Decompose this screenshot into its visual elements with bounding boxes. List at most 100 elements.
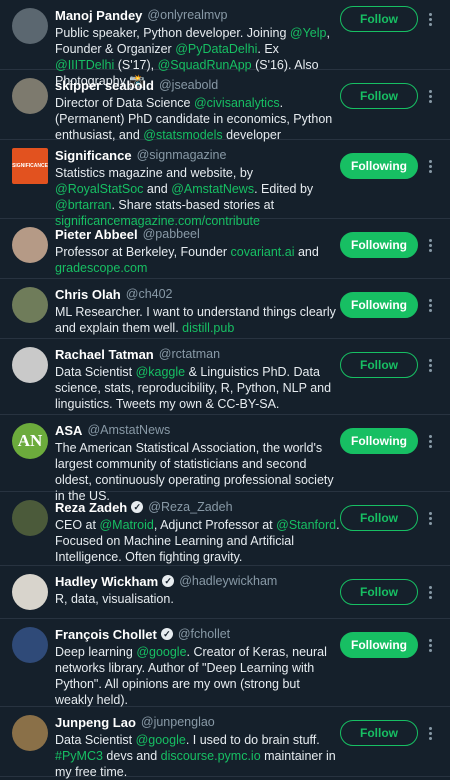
bio-text: and <box>294 245 319 259</box>
following-button[interactable]: Following <box>340 428 418 454</box>
follow-button[interactable]: Follow <box>340 6 418 32</box>
user-name[interactable]: Rachael Tatman <box>55 347 154 362</box>
more-options-icon[interactable] <box>428 586 432 599</box>
user-handle[interactable]: @AmstatNews <box>87 423 170 437</box>
bio-link[interactable]: @brtarran <box>55 198 111 212</box>
bio-link[interactable]: @Stanford <box>276 518 336 532</box>
user-card[interactable]: AN ASA @AmstatNews The American Statistical… <box>0 415 450 503</box>
user-bio: Deep learning @google. Creator of Keras,… <box>55 644 340 708</box>
avatar[interactable] <box>12 287 48 323</box>
bio-text: Professor at Berkeley, Founder <box>55 245 231 259</box>
more-options-icon[interactable] <box>428 13 432 26</box>
user-handle[interactable]: @onlyrealmvp <box>147 8 227 22</box>
user-name[interactable]: Hadley Wickham <box>55 574 158 589</box>
user-card[interactable]: SIGNIFICANCE Significance @signmagazine Sta… <box>0 140 450 228</box>
follow-button[interactable]: Follow <box>340 720 418 746</box>
user-bio: Data Scientist @kaggle & Linguistics PhD… <box>55 364 340 412</box>
avatar[interactable] <box>12 227 48 263</box>
bio-link[interactable]: @Matroid <box>99 518 153 532</box>
bio-link[interactable]: @civisanalytics <box>194 96 280 110</box>
user-card[interactable]: Hadley Wickham ✓ @hadleywickham R, data, vi… <box>0 566 450 619</box>
bio-link[interactable]: #PyMC3 <box>55 749 103 763</box>
more-options-icon[interactable] <box>428 512 432 525</box>
bio-link[interactable]: covariant.ai <box>231 245 295 259</box>
avatar[interactable] <box>12 78 48 114</box>
follow-button[interactable]: Follow <box>340 579 418 605</box>
user-bio: Data Scientist @google. I used to do bra… <box>55 732 340 780</box>
user-card[interactable]: François Chollet ✓ @fchollet Deep learning … <box>0 619 450 707</box>
user-name[interactable]: Manoj Pandey <box>55 8 142 23</box>
following-button[interactable]: Following <box>340 632 418 658</box>
following-button[interactable]: Following <box>340 292 418 318</box>
user-name[interactable]: Junpeng Lao <box>55 715 136 730</box>
user-card[interactable]: Chris Olah @ch402 ML Researcher. I want to… <box>0 279 450 339</box>
avatar[interactable]: SIGNIFICANCE <box>12 148 48 184</box>
following-button[interactable]: Following <box>340 153 418 179</box>
user-handle[interactable]: @pabbeel <box>143 227 200 241</box>
bio-text: Public speaker, Python developer. Joinin… <box>55 26 290 40</box>
bio-text: Deep learning <box>55 645 137 659</box>
bio-link[interactable]: @AmstatNews <box>171 182 254 196</box>
user-card[interactable]: Rachael Tatman @rctatman Data Scientist @k… <box>0 339 450 415</box>
verified-badge-icon: ✓ <box>131 501 144 513</box>
more-options-icon[interactable] <box>428 359 432 372</box>
user-name[interactable]: ASA <box>55 423 82 438</box>
bio-link[interactable]: @Yelp <box>290 26 327 40</box>
bio-link[interactable]: distill.pub <box>182 321 234 335</box>
bio-link[interactable]: discourse.pymc.io <box>161 749 261 763</box>
user-card[interactable]: skipper seabold @jseabold Director of Data… <box>0 70 450 142</box>
avatar[interactable]: AN <box>12 423 48 459</box>
bio-text: Data Scientist <box>55 365 136 379</box>
user-card[interactable]: Junpeng Lao @junpenglao Data Scientist @go… <box>0 707 450 780</box>
bio-text: . Share stats-based stories at <box>111 198 275 212</box>
avatar[interactable] <box>12 715 48 751</box>
avatar[interactable] <box>12 347 48 383</box>
following-button[interactable]: Following <box>340 232 418 258</box>
bio-link[interactable]: @PyDataDelhi <box>175 42 257 56</box>
bio-link[interactable]: @kaggle <box>136 365 186 379</box>
user-name[interactable]: Pieter Abbeel <box>55 227 138 242</box>
follow-button[interactable]: Follow <box>340 352 418 378</box>
avatar[interactable] <box>12 627 48 663</box>
follow-button[interactable]: Follow <box>340 505 418 531</box>
more-options-icon[interactable] <box>428 727 432 740</box>
more-options-icon[interactable] <box>428 639 432 652</box>
user-bio: ML Researcher. I want to understand thin… <box>55 304 340 336</box>
user-handle[interactable]: @fchollet <box>178 627 230 641</box>
bio-text: , Adjunct Professor at <box>153 518 277 532</box>
user-bio: R, data, visualisation. <box>55 591 340 607</box>
bio-link[interactable]: @google <box>136 645 186 659</box>
user-card[interactable]: Reza Zadeh ✓ @Reza_Zadeh CEO at @Matroid, A… <box>0 492 450 566</box>
user-handle[interactable]: @jseabold <box>159 78 218 92</box>
bio-link[interactable]: gradescope.com <box>55 261 147 275</box>
more-options-icon[interactable] <box>428 160 432 173</box>
user-handle[interactable]: @hadleywickham <box>179 574 277 588</box>
follow-button[interactable]: Follow <box>340 83 418 109</box>
user-card[interactable]: Pieter Abbeel @pabbeel Professor at Berkel… <box>0 219 450 279</box>
bio-link[interactable]: @RoyalStatSoc <box>55 182 143 196</box>
bio-text: Data Scientist <box>55 733 136 747</box>
user-name[interactable]: François Chollet <box>55 627 157 642</box>
avatar-letters: AN <box>17 431 43 450</box>
user-handle[interactable]: @ch402 <box>126 287 173 301</box>
user-name[interactable]: Reza Zadeh <box>55 500 127 515</box>
more-options-icon[interactable] <box>428 299 432 312</box>
user-handle[interactable]: @rctatman <box>159 347 220 361</box>
avatar[interactable] <box>12 500 48 536</box>
who-to-follow-list: Manoj Pandey @onlyrealmvp Public speaker, … <box>0 0 450 780</box>
avatar[interactable] <box>12 574 48 610</box>
more-options-icon[interactable] <box>428 435 432 448</box>
more-options-icon[interactable] <box>428 239 432 252</box>
user-handle[interactable]: @signmagazine <box>137 148 227 162</box>
avatar[interactable] <box>12 8 48 44</box>
bio-text: Director of Data Science <box>55 96 194 110</box>
bio-link[interactable]: @google <box>136 733 186 747</box>
user-name[interactable]: Significance <box>55 148 132 163</box>
more-options-icon[interactable] <box>428 90 432 103</box>
user-handle[interactable]: @Reza_Zadeh <box>148 500 232 514</box>
user-handle[interactable]: @junpenglao <box>141 715 215 729</box>
user-name[interactable]: Chris Olah <box>55 287 121 302</box>
user-name[interactable]: skipper seabold <box>55 78 154 93</box>
user-card[interactable]: Manoj Pandey @onlyrealmvp Public speaker, … <box>0 0 450 88</box>
bio-text: CEO at <box>55 518 100 532</box>
